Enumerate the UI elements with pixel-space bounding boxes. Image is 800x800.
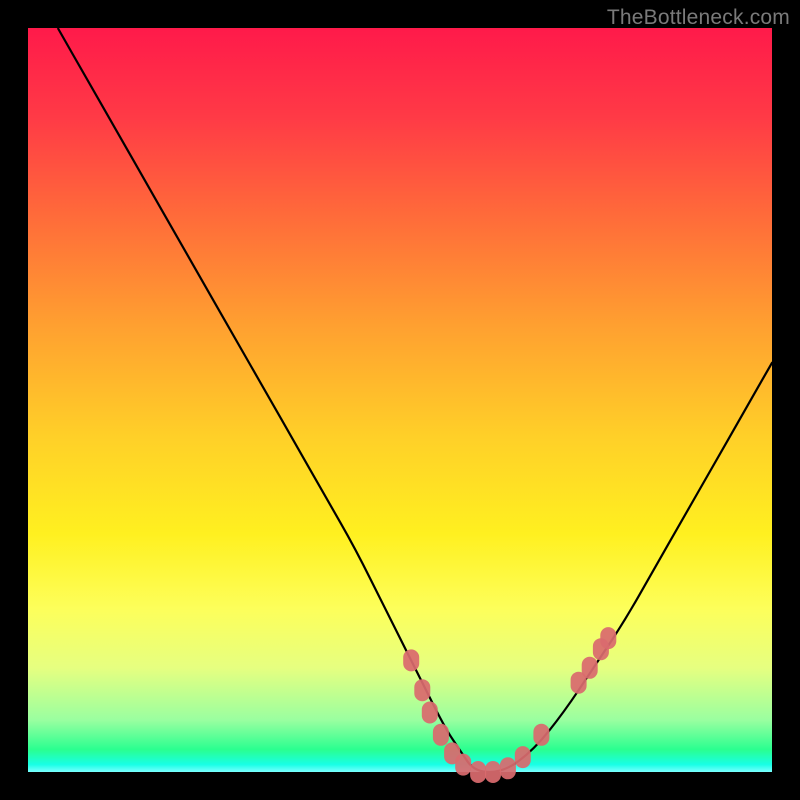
curve-marker bbox=[455, 754, 471, 776]
curve-marker bbox=[515, 746, 531, 768]
curve-marker bbox=[582, 657, 598, 679]
curve-marker bbox=[414, 679, 430, 701]
curve-marker bbox=[533, 724, 549, 746]
curve-marker bbox=[422, 702, 438, 724]
curve-marker bbox=[403, 649, 419, 671]
curve-markers bbox=[403, 627, 616, 783]
curve-marker bbox=[600, 627, 616, 649]
curve-marker bbox=[500, 757, 516, 779]
curve-marker bbox=[433, 724, 449, 746]
curve-marker bbox=[470, 761, 486, 783]
curve-marker bbox=[485, 761, 501, 783]
watermark-label: TheBottleneck.com bbox=[607, 6, 790, 30]
chart-svg bbox=[0, 0, 800, 800]
